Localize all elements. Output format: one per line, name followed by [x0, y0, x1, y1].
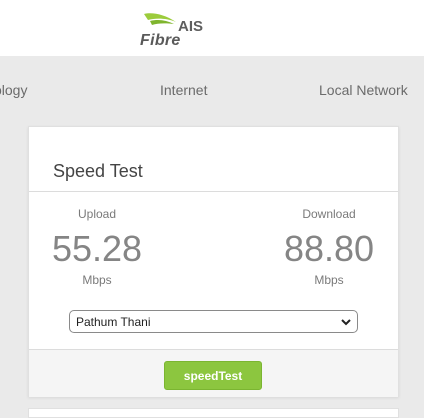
card-title: Speed Test — [53, 161, 143, 181]
logo-ais-text: AIS — [178, 18, 204, 35]
upload-unit: Mbps — [82, 273, 112, 287]
upload-metric: Upload 55.28 Mbps — [37, 207, 157, 287]
next-card — [28, 408, 399, 418]
top-nav: ology Internet Local Network — [0, 56, 424, 126]
nav-item-local-network[interactable]: Local Network — [319, 82, 408, 98]
speed-test-card: Speed Test Upload 55.28 Mbps Download 88… — [28, 126, 399, 397]
nav-item-internet[interactable]: Internet — [160, 82, 207, 98]
chevron-down-icon — [341, 319, 351, 326]
download-metric: Download 88.80 Mbps — [269, 207, 389, 287]
speed-test-button[interactable]: speedTest — [164, 361, 262, 390]
upload-label: Upload — [77, 207, 117, 221]
ais-fibre-logo: AIS Fibre — [136, 8, 206, 50]
download-value: 88.80 — [283, 228, 375, 269]
server-select-value: Pathum Thani — [76, 315, 151, 329]
nav-item-topology[interactable]: ology — [0, 82, 27, 98]
download-label: Download — [302, 207, 356, 221]
ais-swoosh-icon — [144, 13, 176, 25]
upload-value: 55.28 — [51, 228, 143, 269]
divider — [29, 191, 398, 192]
card-footer: speedTest — [29, 349, 398, 397]
header: AIS Fibre — [0, 0, 424, 56]
server-select[interactable]: Pathum Thani — [69, 310, 358, 333]
logo-fibre-text: Fibre — [140, 32, 181, 49]
download-unit: Mbps — [314, 273, 344, 287]
